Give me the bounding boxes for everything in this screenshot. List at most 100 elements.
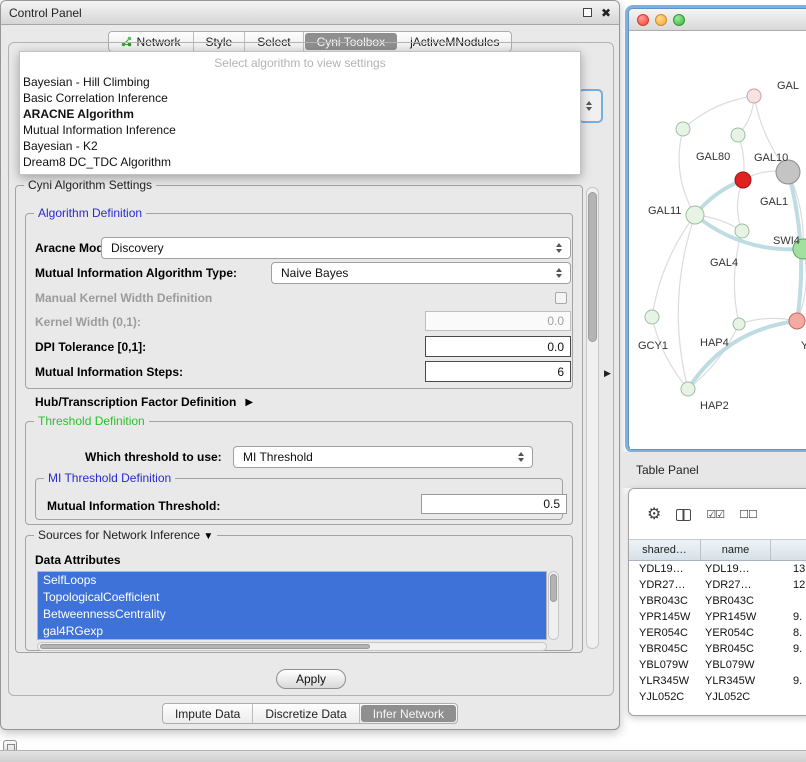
table-row[interactable]: YBL079W YBL079W [629,657,806,673]
zoom-traffic-light[interactable] [673,14,685,26]
mi-threshold-field[interactable]: 0.5 [421,494,567,514]
attribute-list-horizontal-scrollbar[interactable] [37,642,547,651]
manual-kernel-width-checkbox[interactable] [555,292,567,304]
network-node[interactable] [676,122,690,136]
cell[interactable] [771,689,806,705]
kernel-width-field[interactable]: 0.0 [425,311,571,331]
cell[interactable]: YJL052C [629,689,701,705]
cell[interactable]: YPR145W [629,609,701,625]
apply-button[interactable]: Apply [276,669,346,689]
cell[interactable]: YPR145W [701,609,771,625]
scrollbar-thumb[interactable] [40,644,370,649]
column-header-extra[interactable] [771,540,806,560]
table-row[interactable]: YLR345W YLR345W 9. [629,673,806,689]
network-edge[interactable] [683,96,754,129]
column-header-shared-name[interactable]: shared… [629,540,701,560]
float-window-icon[interactable] [583,8,592,17]
cell[interactable]: YLR345W [701,673,771,689]
columns-icon[interactable] [676,509,691,521]
control-panel-titlebar[interactable]: Control Panel ✖ [1,1,619,25]
cell[interactable]: YDL19… [701,561,771,577]
list-item[interactable]: gal4RGexp [38,623,546,640]
cell[interactable]: YER054C [629,625,701,641]
cell[interactable] [771,593,806,609]
settings-vertical-scrollbar[interactable] [586,187,599,649]
minimize-traffic-light[interactable] [655,14,667,26]
column-header-name[interactable]: name [701,540,771,560]
scrollbar-thumb[interactable] [550,574,557,602]
network-node[interactable] [733,318,745,330]
table-row[interactable]: YJL052C YJL052C [629,689,806,705]
list-item[interactable]: SelfLoops [38,572,546,589]
network-edge[interactable] [652,215,695,317]
aracne-mode-select[interactable]: Discovery [101,237,571,259]
dropdown-item[interactable]: Bayesian - K2 [20,138,580,154]
network-view-titlebar[interactable] [629,9,806,31]
table-row[interactable]: YPR145W YPR145W 9. [629,609,806,625]
mi-steps-field[interactable]: 6 [425,361,571,382]
network-edge[interactable] [678,215,695,389]
attribute-list-vertical-scrollbar[interactable] [548,571,559,640]
cell[interactable]: YBL079W [701,657,771,673]
cell[interactable]: YDL19… [629,561,701,577]
cell[interactable]: YBR043C [701,593,771,609]
network-node[interactable] [747,89,761,103]
tab-impute-data[interactable]: Impute Data [163,704,253,723]
cell[interactable]: 13 [771,561,806,577]
cell[interactable]: YLR345W [629,673,701,689]
cell[interactable]: YBR045C [701,641,771,657]
list-item[interactable]: TopologicalCoefficient [38,589,546,606]
network-node[interactable] [645,310,659,324]
network-node[interactable] [731,128,745,142]
select-all-icon[interactable]: ☑☑ [706,510,724,521]
deselect-all-icon[interactable]: ☐☐ [739,510,757,521]
dropdown-item[interactable]: Bayesian - Hill Climbing [20,74,580,90]
network-canvas[interactable]: GALGAL80GAL10GAL11GAL1SWI4GAL4GCY1HAP4YH… [630,31,806,449]
dpi-tolerance-field[interactable]: 0.0 [425,336,571,357]
network-edge[interactable] [734,231,742,324]
table-row[interactable]: YDR27… YDR27… 12 [629,577,806,593]
which-threshold-select[interactable]: MI Threshold [233,446,533,468]
table-row[interactable]: YBR043C YBR043C [629,593,806,609]
network-node[interactable] [681,382,695,396]
dropdown-item[interactable]: Basic Correlation Inference [20,90,580,106]
network-node[interactable] [735,224,749,238]
dropdown-item-selected[interactable]: ARACNE Algorithm [20,106,580,122]
close-window-icon[interactable]: ✖ [601,7,611,19]
table-row[interactable]: YDL19… YDL19… 13 [629,561,806,577]
close-traffic-light[interactable] [637,14,649,26]
cell[interactable]: 12 [771,577,806,593]
tab-discretize-data[interactable]: Discretize Data [253,704,359,723]
algorithm-select[interactable] [578,89,603,123]
network-edge[interactable] [652,317,688,389]
panel-splitter-collapse-icon[interactable]: ▶ [604,368,611,379]
dropdown-item[interactable]: Dream8 DC_TDC Algorithm [20,154,580,170]
network-node[interactable] [789,313,805,329]
table-row[interactable]: YBR045C YBR045C 9. [629,641,806,657]
mi-algorithm-type-select[interactable]: Naive Bayes [271,262,571,284]
network-node[interactable] [735,172,751,188]
cell[interactable] [771,657,806,673]
cell[interactable]: YBL079W [629,657,701,673]
cell[interactable]: 9. [771,609,806,625]
cell[interactable]: YBR045C [629,641,701,657]
expander-collapsed-icon[interactable]: ▶ [245,397,253,408]
table-row[interactable]: YER054C YER054C 8. [629,625,806,641]
gear-icon[interactable]: ⚙ [647,507,661,523]
cell[interactable]: YJL052C [701,689,771,705]
list-item[interactable]: BetweennessCentrality [38,606,546,623]
dropdown-item[interactable]: Mutual Information Inference [20,122,580,138]
scrollbar-thumb[interactable] [588,192,597,342]
tab-infer-network[interactable]: Infer Network [361,705,456,722]
network-node[interactable] [686,206,704,224]
network-edge[interactable] [679,129,695,215]
cell[interactable]: 8. [771,625,806,641]
hub-definition-expander[interactable]: Hub/Transcription Factor Definition ▶ [35,395,253,409]
cell[interactable]: YDR27… [629,577,701,593]
expander-expanded-icon[interactable]: ▼ [203,531,213,542]
cell[interactable]: YER054C [701,625,771,641]
cell[interactable]: 9. [771,641,806,657]
cell[interactable]: YBR043C [629,593,701,609]
data-attributes-list[interactable]: SelfLoops TopologicalCoefficient Between… [37,571,547,640]
network-edge[interactable] [688,321,797,389]
